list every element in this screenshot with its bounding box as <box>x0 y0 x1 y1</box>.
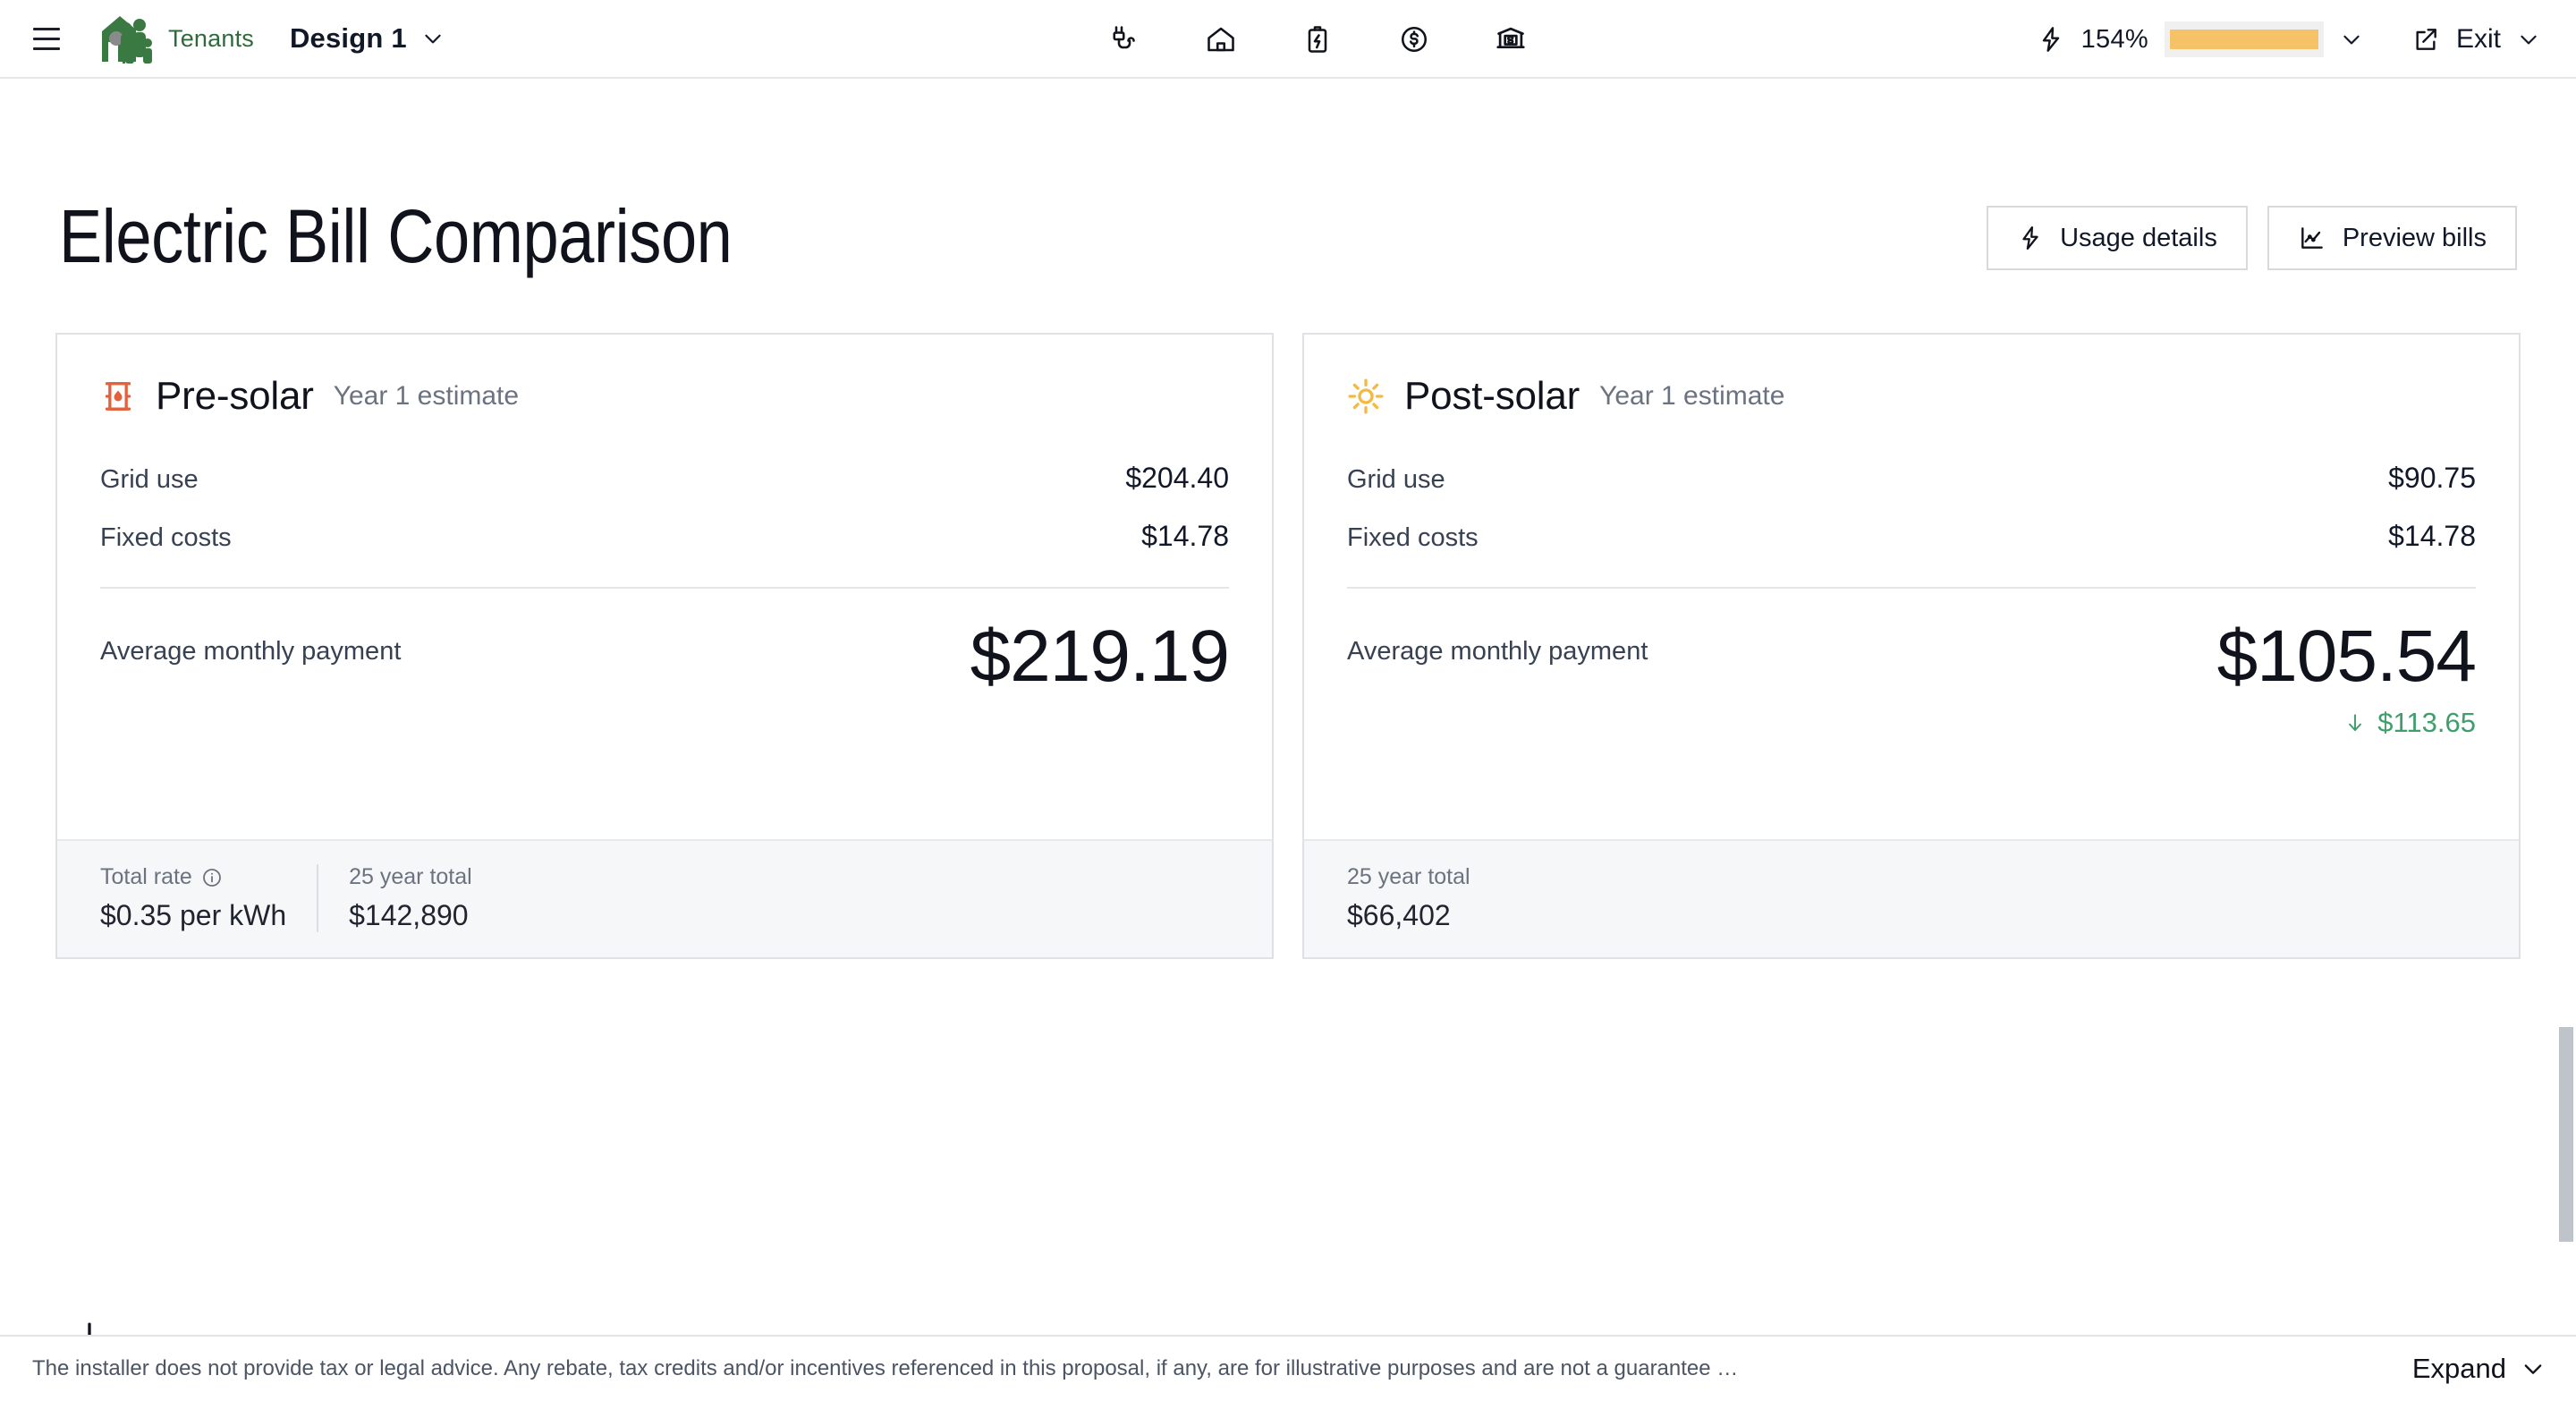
oil-barrel-icon <box>105 382 131 411</box>
exit-label: Exit <box>2455 24 2501 54</box>
expand-button[interactable]: Expand <box>2412 1353 2546 1385</box>
bank-money-icon[interactable] <box>1487 15 1535 64</box>
post-solar-card-header: Post-solar Year 1 estimate <box>1347 374 2476 419</box>
pre-solar-card-header: Pre-solar Year 1 estimate <box>100 374 1229 419</box>
pre-solar-total-rate-value: $0.35 per kWh <box>100 899 287 931</box>
brand-logo-group[interactable]: Tenants <box>97 12 254 65</box>
chevron-down-icon[interactable] <box>2340 28 2363 51</box>
tenants-house-family-logo <box>102 16 152 64</box>
main-content: Electric Bill Comparison Usage details P… <box>0 79 2576 1401</box>
app-header: Tenants Design 1 154% Exit <box>0 0 2576 79</box>
home-icon[interactable] <box>1197 15 1245 64</box>
post-solar-25-year-total: 25 year total $66,402 <box>1347 864 1501 932</box>
post-solar-line-grid-use: Grid use $90.75 <box>1347 456 2476 514</box>
line-label: Fixed costs <box>100 523 232 552</box>
line-value: $204.40 <box>1125 462 1229 494</box>
foot-label: Total rate <box>100 864 192 889</box>
disclaimer-bar: The installer does not provide tax or le… <box>0 1335 2576 1401</box>
header-nav-icons <box>1100 0 1535 79</box>
pre-solar-average-right: $219.19 <box>970 616 1230 697</box>
usage-details-label: Usage details <box>2060 223 2217 252</box>
chevron-down-icon <box>2524 1364 2542 1374</box>
card-divider <box>1347 587 2476 589</box>
lightning-bolt-icon <box>2042 27 2059 52</box>
pre-solar-line-fixed-costs: Fixed costs $14.78 <box>100 514 1229 573</box>
post-solar-average-label: Average monthly payment <box>1347 637 1648 666</box>
line-chart-icon <box>2301 227 2323 249</box>
post-solar-savings-amount: $113.65 <box>2377 706 2476 738</box>
line-label: Grid use <box>100 465 199 494</box>
hamburger-menu-icon[interactable] <box>21 13 72 64</box>
pre-solar-card-body: Pre-solar Year 1 estimate Grid use $204.… <box>57 335 1272 839</box>
header-right-controls: 154% Exit <box>2037 0 2576 79</box>
post-solar-average-row: Average monthly payment $105.54 $113.65 <box>1347 614 2477 739</box>
post-solar-savings: $113.65 <box>2217 707 2476 739</box>
post-solar-average-right: $105.54 $113.65 <box>2216 616 2477 739</box>
pre-solar-line-grid-use: Grid use $204.40 <box>100 456 1229 514</box>
battery-charging-icon[interactable] <box>1293 15 1342 64</box>
post-solar-25-year-total-value: $66,402 <box>1347 899 1451 931</box>
design-selector-label: Design 1 <box>289 22 407 54</box>
post-solar-card: Post-solar Year 1 estimate Grid use $90.… <box>1302 333 2521 959</box>
pre-solar-25-year-total: 25 year total $142,890 <box>317 864 472 932</box>
offset-progress-bar <box>2164 21 2324 57</box>
preview-bills-label: Preview bills <box>2342 223 2487 252</box>
sun-icon <box>1348 378 1384 414</box>
preview-bills-button[interactable]: Preview bills <box>2267 206 2517 270</box>
line-value: $14.78 <box>2388 520 2476 552</box>
page-title: Electric Bill Comparison <box>59 194 733 278</box>
expand-label: Expand <box>2411 1353 2506 1384</box>
chevron-down-icon <box>425 34 441 44</box>
pre-solar-average-label: Average monthly payment <box>100 637 402 666</box>
post-solar-card-footer: 25 year total $66,402 <box>1304 839 2519 957</box>
pre-solar-title: Pre-solar <box>156 374 314 418</box>
lightning-bolt-icon <box>2022 226 2038 250</box>
post-solar-average-value: $105.54 <box>2216 616 2477 697</box>
plug-icon[interactable] <box>1100 15 1148 64</box>
brand-name: Tenants <box>168 24 254 52</box>
chevron-down-icon <box>2521 35 2537 45</box>
pre-solar-total-rate: Total rate $0.35 per kWh <box>100 864 317 932</box>
page-header-row: Electric Bill Comparison Usage details P… <box>59 193 2517 280</box>
disclaimer-text: The installer does not provide tax or le… <box>32 1356 1739 1380</box>
exit-button[interactable]: Exit <box>2411 24 2540 55</box>
post-solar-line-fixed-costs: Fixed costs $14.78 <box>1347 514 2476 573</box>
usage-details-button[interactable]: Usage details <box>1987 206 2248 270</box>
line-label: Grid use <box>1347 465 1445 494</box>
pre-solar-total-rate-label-row: Total rate <box>100 864 286 890</box>
vertical-scrollbar-thumb[interactable] <box>2559 1027 2573 1242</box>
dollar-circle-icon[interactable] <box>1390 15 1438 64</box>
line-value: $14.78 <box>1141 520 1229 552</box>
line-value: $90.75 <box>2388 462 2476 494</box>
offset-indicator[interactable]: 154% <box>2037 21 2363 57</box>
foot-label: 25 year total <box>1347 864 1470 889</box>
line-label: Fixed costs <box>1347 523 1479 552</box>
foot-label: 25 year total <box>349 864 472 889</box>
post-solar-card-body: Post-solar Year 1 estimate Grid use $90.… <box>1304 335 2519 839</box>
pre-solar-card: Pre-solar Year 1 estimate Grid use $204.… <box>55 333 1274 959</box>
pre-solar-25-year-total-value: $142,890 <box>349 899 469 931</box>
arrow-down-icon <box>2349 713 2362 731</box>
bill-comparison-cards: Pre-solar Year 1 estimate Grid use $204.… <box>55 333 2521 959</box>
post-solar-title: Post-solar <box>1404 374 1580 418</box>
pre-solar-subtitle: Year 1 estimate <box>333 381 520 411</box>
pre-solar-average-row: Average monthly payment $219.19 <box>100 614 1230 697</box>
design-selector[interactable]: Design 1 <box>290 22 445 55</box>
offset-percent: 154% <box>2080 24 2148 54</box>
page-action-buttons: Usage details Preview bills <box>1987 206 2517 270</box>
exit-arrow-icon <box>2416 29 2436 50</box>
info-icon[interactable] <box>201 867 223 888</box>
pre-solar-average-value: $219.19 <box>970 616 1230 697</box>
post-solar-subtitle: Year 1 estimate <box>1599 381 1785 411</box>
card-divider <box>100 587 1229 589</box>
offset-progress-fill <box>2169 30 2318 49</box>
pre-solar-card-footer: Total rate $0.35 per kWh 25 year total $… <box>57 839 1272 957</box>
